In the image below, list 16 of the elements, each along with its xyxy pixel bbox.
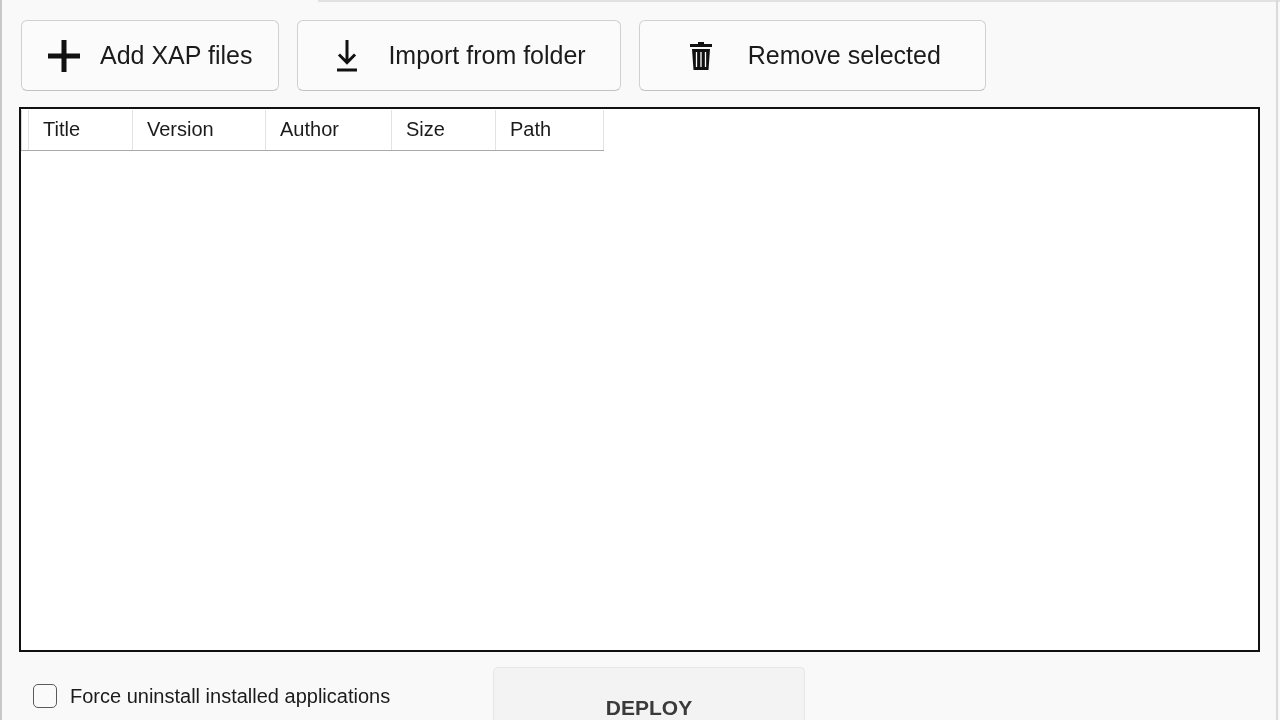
add-files-button[interactable]: Add XAP files <box>21 20 280 91</box>
column-header[interactable]: Path <box>496 110 604 150</box>
column-header <box>21 110 29 150</box>
file-list[interactable]: Title Version Author Size Path <box>19 107 1260 652</box>
download-icon <box>336 39 359 72</box>
force-uninstall-checkbox[interactable] <box>33 684 57 708</box>
column-header[interactable]: Author <box>266 110 392 150</box>
force-uninstall-label: Force uninstall installed applications <box>70 684 391 708</box>
remove-button[interactable]: Remove selected <box>638 20 986 91</box>
trash-icon <box>689 41 712 70</box>
deploy-button[interactable]: DEPLOY <box>493 667 805 720</box>
plus-icon <box>48 39 80 72</box>
column-header[interactable]: Version <box>133 110 266 150</box>
column-header[interactable]: Size <box>392 110 496 150</box>
column-header[interactable]: Title <box>29 110 133 150</box>
import-button[interactable]: Import from folder <box>297 20 621 91</box>
